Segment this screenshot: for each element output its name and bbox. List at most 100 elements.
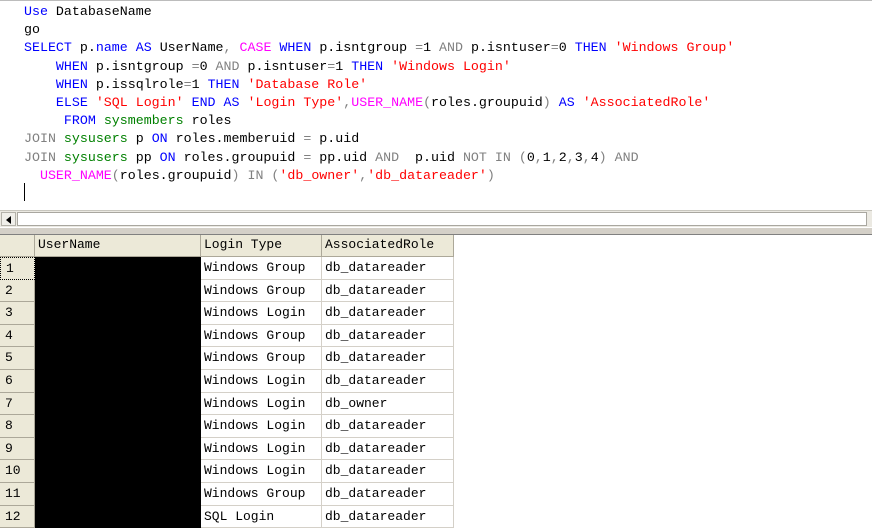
row-number[interactable]: 11 <box>0 483 35 506</box>
code-line[interactable]: FROM sysmembers roles <box>24 112 872 130</box>
code-line[interactable]: WHEN p.isntgroup =0 AND p.isntuser=1 THE… <box>24 58 872 76</box>
code-token: UserName <box>151 40 224 56</box>
login-type-cell[interactable]: Windows Login <box>201 392 322 416</box>
column-header-username[interactable]: UserName <box>35 235 201 257</box>
query-editor[interactable]: Use DatabaseName go SELECT p.name AS UserN… <box>0 0 872 211</box>
code-line[interactable]: JOIN sysusers p ON roles.memberuid = p.u… <box>24 130 872 148</box>
table-row[interactable]: 3 Windows Login db_datareader <box>0 302 454 325</box>
pane-splitter[interactable] <box>0 227 872 235</box>
scrollbar-thumb[interactable] <box>17 212 867 226</box>
code-token: roles.groupuid <box>431 94 543 110</box>
table-row[interactable]: 1 Windows Group db_datareader <box>0 257 454 280</box>
row-number[interactable]: 10 <box>0 460 35 483</box>
login-type-cell[interactable]: Windows Login <box>201 460 322 483</box>
row-number[interactable]: 2 <box>0 279 35 303</box>
code-token: AND <box>614 149 639 165</box>
username-cell-redacted[interactable] <box>35 505 201 528</box>
code-token: , <box>550 149 559 165</box>
code-token: WHEN <box>279 40 312 56</box>
code-line[interactable]: USER_NAME(roles.groupuid) IN ('db_owner'… <box>24 167 872 185</box>
associated-role-cell[interactable]: db_datareader <box>322 347 454 370</box>
row-number[interactable]: 3 <box>0 302 35 325</box>
associated-role-cell[interactable]: db_datareader <box>322 483 454 506</box>
editor-horizontal-scrollbar[interactable] <box>0 210 872 227</box>
login-type-cell[interactable]: Windows Login <box>201 415 322 438</box>
row-number[interactable]: 12 <box>0 505 35 528</box>
code-line[interactable]: go <box>24 21 872 39</box>
login-type-cell[interactable]: Windows Login <box>201 370 322 393</box>
username-cell-redacted[interactable] <box>35 483 201 506</box>
associated-role-cell[interactable]: db_datareader <box>322 415 454 438</box>
row-number[interactable]: 9 <box>0 437 35 461</box>
table-row[interactable]: 11 Windows Group db_datareader <box>0 483 454 506</box>
code-line[interactable]: JOIN sysusers pp ON roles.groupuid = pp.… <box>24 149 872 167</box>
associated-role-cell[interactable]: db_datareader <box>322 370 454 393</box>
login-type-cell[interactable]: Windows Group <box>201 257 322 280</box>
table-row[interactable]: 12 SQL Login db_datareader <box>0 505 454 528</box>
username-cell-redacted[interactable] <box>35 460 201 483</box>
code-token: p.isntgroup <box>87 58 192 74</box>
username-cell-redacted[interactable] <box>35 415 201 438</box>
row-number[interactable]: 5 <box>0 347 35 370</box>
row-number[interactable]: 7 <box>0 392 35 416</box>
code-line[interactable]: SELECT p.name AS UserName, CASE WHEN p.i… <box>24 39 872 57</box>
row-number-header[interactable] <box>0 235 35 257</box>
login-type-cell[interactable]: Windows Group <box>201 324 322 348</box>
username-cell-redacted[interactable] <box>35 347 201 370</box>
code-token: 0 <box>199 58 216 74</box>
column-header-associated-role[interactable]: AssociatedRole <box>322 235 454 257</box>
code-line[interactable]: WHEN p.issqlrole=1 THEN 'Database Role' <box>24 76 872 94</box>
results-grid[interactable]: UserName Login Type AssociatedRole 1 Wind… <box>0 235 872 528</box>
table-row[interactable]: 4 Windows Group db_datareader <box>0 324 454 348</box>
associated-role-cell[interactable]: db_owner <box>322 392 454 416</box>
table-row[interactable]: 7 Windows Login db_owner <box>0 392 454 416</box>
code-token: sysusers <box>63 131 128 147</box>
login-type-cell[interactable]: Windows Group <box>201 347 322 370</box>
associated-role-cell[interactable]: db_datareader <box>322 505 454 528</box>
code-line[interactable]: ELSE 'SQL Login' END AS 'Login Type',USE… <box>24 94 872 112</box>
sql-code[interactable]: Use DatabaseName go SELECT p.name AS UserN… <box>24 3 872 185</box>
column-header-login-type[interactable]: Login Type <box>201 235 322 257</box>
login-type-cell[interactable]: SQL Login <box>201 505 322 528</box>
code-token: DatabaseName <box>47 4 152 19</box>
row-number[interactable]: 8 <box>0 415 35 438</box>
grid-header: UserName Login Type AssociatedRole <box>0 235 872 257</box>
code-token: 0 <box>558 40 575 56</box>
table-row[interactable]: 6 Windows Login db_datareader <box>0 370 454 393</box>
table-row[interactable]: 5 Windows Group db_datareader <box>0 347 454 370</box>
code-token: pp <box>127 149 160 165</box>
row-number[interactable]: 1 <box>0 257 35 280</box>
associated-role-cell[interactable]: db_datareader <box>322 437 454 461</box>
username-cell-redacted[interactable] <box>35 324 201 348</box>
associated-role-cell[interactable]: db_datareader <box>322 279 454 303</box>
row-number[interactable]: 6 <box>0 370 35 393</box>
row-number[interactable]: 4 <box>0 324 35 348</box>
scroll-left-arrow-icon[interactable] <box>1 212 16 226</box>
login-type-cell[interactable]: Windows Login <box>201 437 322 461</box>
username-cell-redacted[interactable] <box>35 370 201 393</box>
login-type-cell[interactable]: Windows Group <box>201 483 322 506</box>
username-cell-redacted[interactable] <box>35 257 201 280</box>
username-cell-redacted[interactable] <box>35 437 201 461</box>
code-token: = <box>183 76 192 92</box>
table-row[interactable]: 2 Windows Group db_datareader <box>0 279 454 303</box>
username-cell-redacted[interactable] <box>35 392 201 416</box>
associated-role-cell[interactable]: db_datareader <box>322 324 454 348</box>
associated-role-cell[interactable]: db_datareader <box>322 460 454 483</box>
code-line[interactable]: Use DatabaseName <box>24 3 872 21</box>
code-token: roles.memberuid <box>167 131 304 147</box>
username-cell-redacted[interactable] <box>35 279 201 303</box>
table-row[interactable]: 10 Windows Login db_datareader <box>0 460 454 483</box>
username-cell-redacted[interactable] <box>35 302 201 325</box>
code-token: name <box>95 40 128 56</box>
table-row[interactable]: 8 Windows Login db_datareader <box>0 415 454 438</box>
associated-role-cell[interactable]: db_datareader <box>322 257 454 280</box>
login-type-cell[interactable]: Windows Login <box>201 302 322 325</box>
table-row[interactable]: 9 Windows Login db_datareader <box>0 437 454 461</box>
login-type-cell[interactable]: Windows Group <box>201 279 322 303</box>
associated-role-cell[interactable]: db_datareader <box>322 302 454 325</box>
